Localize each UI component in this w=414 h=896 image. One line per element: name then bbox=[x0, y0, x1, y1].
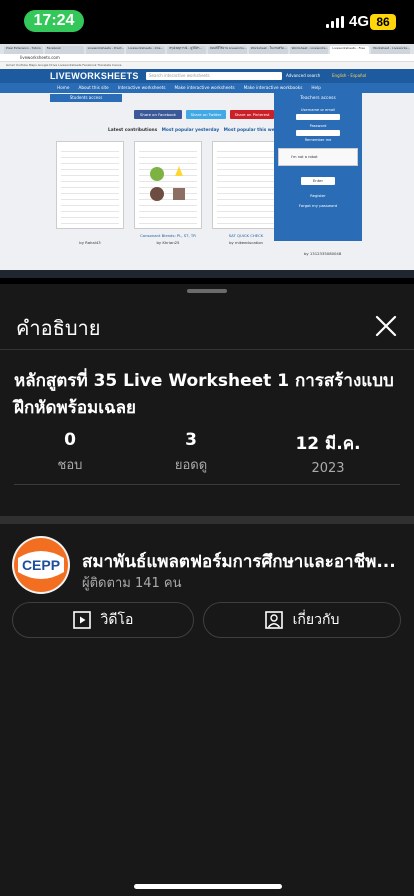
upload-year: 2023 bbox=[311, 461, 345, 476]
about-button[interactable]: เกี่ยวกับ bbox=[203, 602, 401, 638]
views-stat: 3 ยอดดู bbox=[151, 430, 231, 475]
site-body: Students access Share on Facebook Share … bbox=[0, 93, 414, 270]
remember-me: Remember me bbox=[304, 138, 332, 142]
phone-text: by 1312335080048 bbox=[304, 251, 342, 256]
videos-button[interactable]: วิดีโอ bbox=[12, 602, 194, 638]
about-button-label: เกี่ยวกับ bbox=[292, 612, 340, 628]
divider bbox=[14, 484, 400, 485]
enter-button: Enter bbox=[301, 177, 335, 185]
likes-count: 0 bbox=[64, 430, 76, 450]
share-twitter: Share on Twitter bbox=[186, 110, 226, 119]
language-switch: English - Español bbox=[332, 73, 367, 78]
battery-icon: 86 bbox=[370, 14, 396, 30]
advanced-search-link: Advanced search bbox=[286, 73, 321, 78]
video-title: หลักสูตรที่ 35 Live Worksheet 1 การสร้าง… bbox=[14, 371, 394, 418]
username-label: Username or email bbox=[300, 108, 336, 112]
status-bar: 17:24 4G 86 bbox=[0, 0, 414, 44]
captcha-box: I'm not a robot bbox=[278, 148, 358, 166]
contributions-tabs: Latest contributions Most popular yester… bbox=[108, 128, 280, 133]
videos-button-label: วิดีโอ bbox=[100, 612, 134, 628]
site-nav-item: Make interactive workbooks bbox=[243, 85, 303, 90]
browser-tab: Worksheet - Liveworks... bbox=[371, 46, 410, 54]
network-type: 4G bbox=[349, 13, 370, 30]
likes-label: ชอบ bbox=[57, 458, 83, 473]
students-access: Students access bbox=[50, 94, 122, 102]
date-stat: 12 มี.ค. 2023 bbox=[280, 430, 376, 476]
worksheet-thumb bbox=[212, 141, 280, 229]
browser-tab: Worksheet - ใบงานพร้อ... bbox=[248, 46, 288, 54]
site-nav-item: About this site bbox=[78, 85, 109, 90]
signal-icon bbox=[326, 16, 344, 28]
sheet-heading: คำอธิบาย bbox=[16, 316, 101, 340]
browser-tab: Liveworksheets - Inte... bbox=[126, 46, 166, 54]
site-logo: LIVEWORKSHEETS bbox=[50, 71, 139, 81]
worksheet-thumb bbox=[134, 141, 202, 229]
browser-tab: Pixel Extension - Tutors bbox=[4, 46, 43, 54]
views-count: 3 bbox=[185, 430, 197, 450]
sheet-header: คำอธิบาย bbox=[0, 298, 414, 350]
likes-stat: 0 ชอบ bbox=[30, 430, 110, 475]
section-divider bbox=[0, 516, 414, 524]
popular-yesterday: Most popular yesterday bbox=[161, 128, 220, 133]
upload-date: 12 มี.ค. bbox=[295, 434, 361, 454]
channel-name[interactable]: สมาพันธ์แพลตฟอร์มการศึกษาและอาชีพ... bbox=[82, 548, 402, 575]
video-stats: 0 ชอบ 3 ยอดดู 12 มี.ค. 2023 bbox=[0, 430, 414, 476]
worksheet-title: Consonant Blends: PL, ST, TR bbox=[140, 233, 196, 238]
channel-avatar[interactable]: CEPP bbox=[12, 536, 70, 594]
views-label: ยอดดู bbox=[174, 458, 208, 473]
browser-tab: สรุปเหตุการณ์ - ดูวิธีทำ... bbox=[167, 46, 206, 54]
register-link: Register bbox=[310, 193, 326, 198]
windows-taskbar bbox=[0, 270, 414, 278]
person-icon bbox=[264, 611, 283, 629]
site-nav-item: Home bbox=[57, 85, 70, 90]
video-browser-frame: Pixel Extension - Tutors Facebook Livework… bbox=[0, 44, 414, 278]
worksheet-title: SAT QUICK CHECK bbox=[228, 233, 264, 238]
site-nav-item: Make interactive worksheets bbox=[174, 85, 235, 90]
cepp-logo-text: CEPP bbox=[22, 557, 60, 573]
subscriber-count: ผู้ติดตาม 141 คน bbox=[82, 576, 182, 591]
browser-tab: สอนวิธีใช้งาน Liveworks... bbox=[207, 46, 247, 54]
browser-tab: Facebook bbox=[44, 46, 84, 54]
forgot-password-link: Forgot my password bbox=[298, 203, 338, 208]
worksheet-author: by Khrian25 bbox=[156, 240, 180, 245]
browser-bookmarks: Gmail YouTube Maps Google Drive Livework… bbox=[0, 62, 414, 69]
site-nav-item: Interactive worksheets bbox=[117, 85, 166, 90]
worksheet-author: by mikeeducation bbox=[229, 240, 263, 245]
site-search: Search interactive worksheets bbox=[146, 72, 282, 80]
browser-tab: Liveworksheets - Pract... bbox=[85, 46, 125, 54]
video-player[interactable]: Pixel Extension - Tutors Facebook Livework… bbox=[0, 44, 414, 284]
latest-contributions: Latest contributions bbox=[108, 128, 158, 133]
share-facebook: Share on Facebook bbox=[134, 110, 182, 119]
browser-tab: Worksheet - Liveworks... bbox=[289, 46, 329, 54]
close-icon bbox=[375, 315, 397, 337]
teachers-access-panel: Teachers access Username or email Passwo… bbox=[274, 93, 362, 241]
drag-handle[interactable] bbox=[187, 289, 227, 293]
browser-url: liveworksheets.com bbox=[0, 54, 414, 62]
cepp-logo: CEPP bbox=[14, 538, 68, 592]
site-header: LIVEWORKSHEETS Search interactive worksh… bbox=[0, 69, 414, 83]
username-field bbox=[296, 114, 340, 120]
browser-tab: Liveworksheets - Free bbox=[330, 46, 370, 54]
popular-week: Most popular this week bbox=[223, 128, 281, 133]
password-field bbox=[296, 130, 340, 136]
worksheet-author: by Rahal43 bbox=[79, 240, 101, 245]
description-sheet: คำอธิบาย หลักสูตรที่ 35 Live Worksheet 1… bbox=[0, 284, 414, 896]
browser-tabs: Pixel Extension - Tutors Facebook Livework… bbox=[0, 44, 414, 54]
status-time: 17:24 bbox=[24, 10, 84, 32]
share-pinterest: Share on Pinterest bbox=[230, 110, 274, 119]
home-indicator[interactable] bbox=[134, 884, 282, 889]
video-icon bbox=[72, 611, 91, 629]
password-label: Password bbox=[309, 124, 327, 128]
site-nav-item: Help bbox=[311, 85, 321, 90]
worksheet-thumb bbox=[56, 141, 124, 229]
teachers-access-title: Teachers access bbox=[300, 96, 336, 101]
site-nav: Home About this site Interactive worksheet… bbox=[0, 83, 414, 93]
close-button[interactable] bbox=[370, 310, 402, 342]
